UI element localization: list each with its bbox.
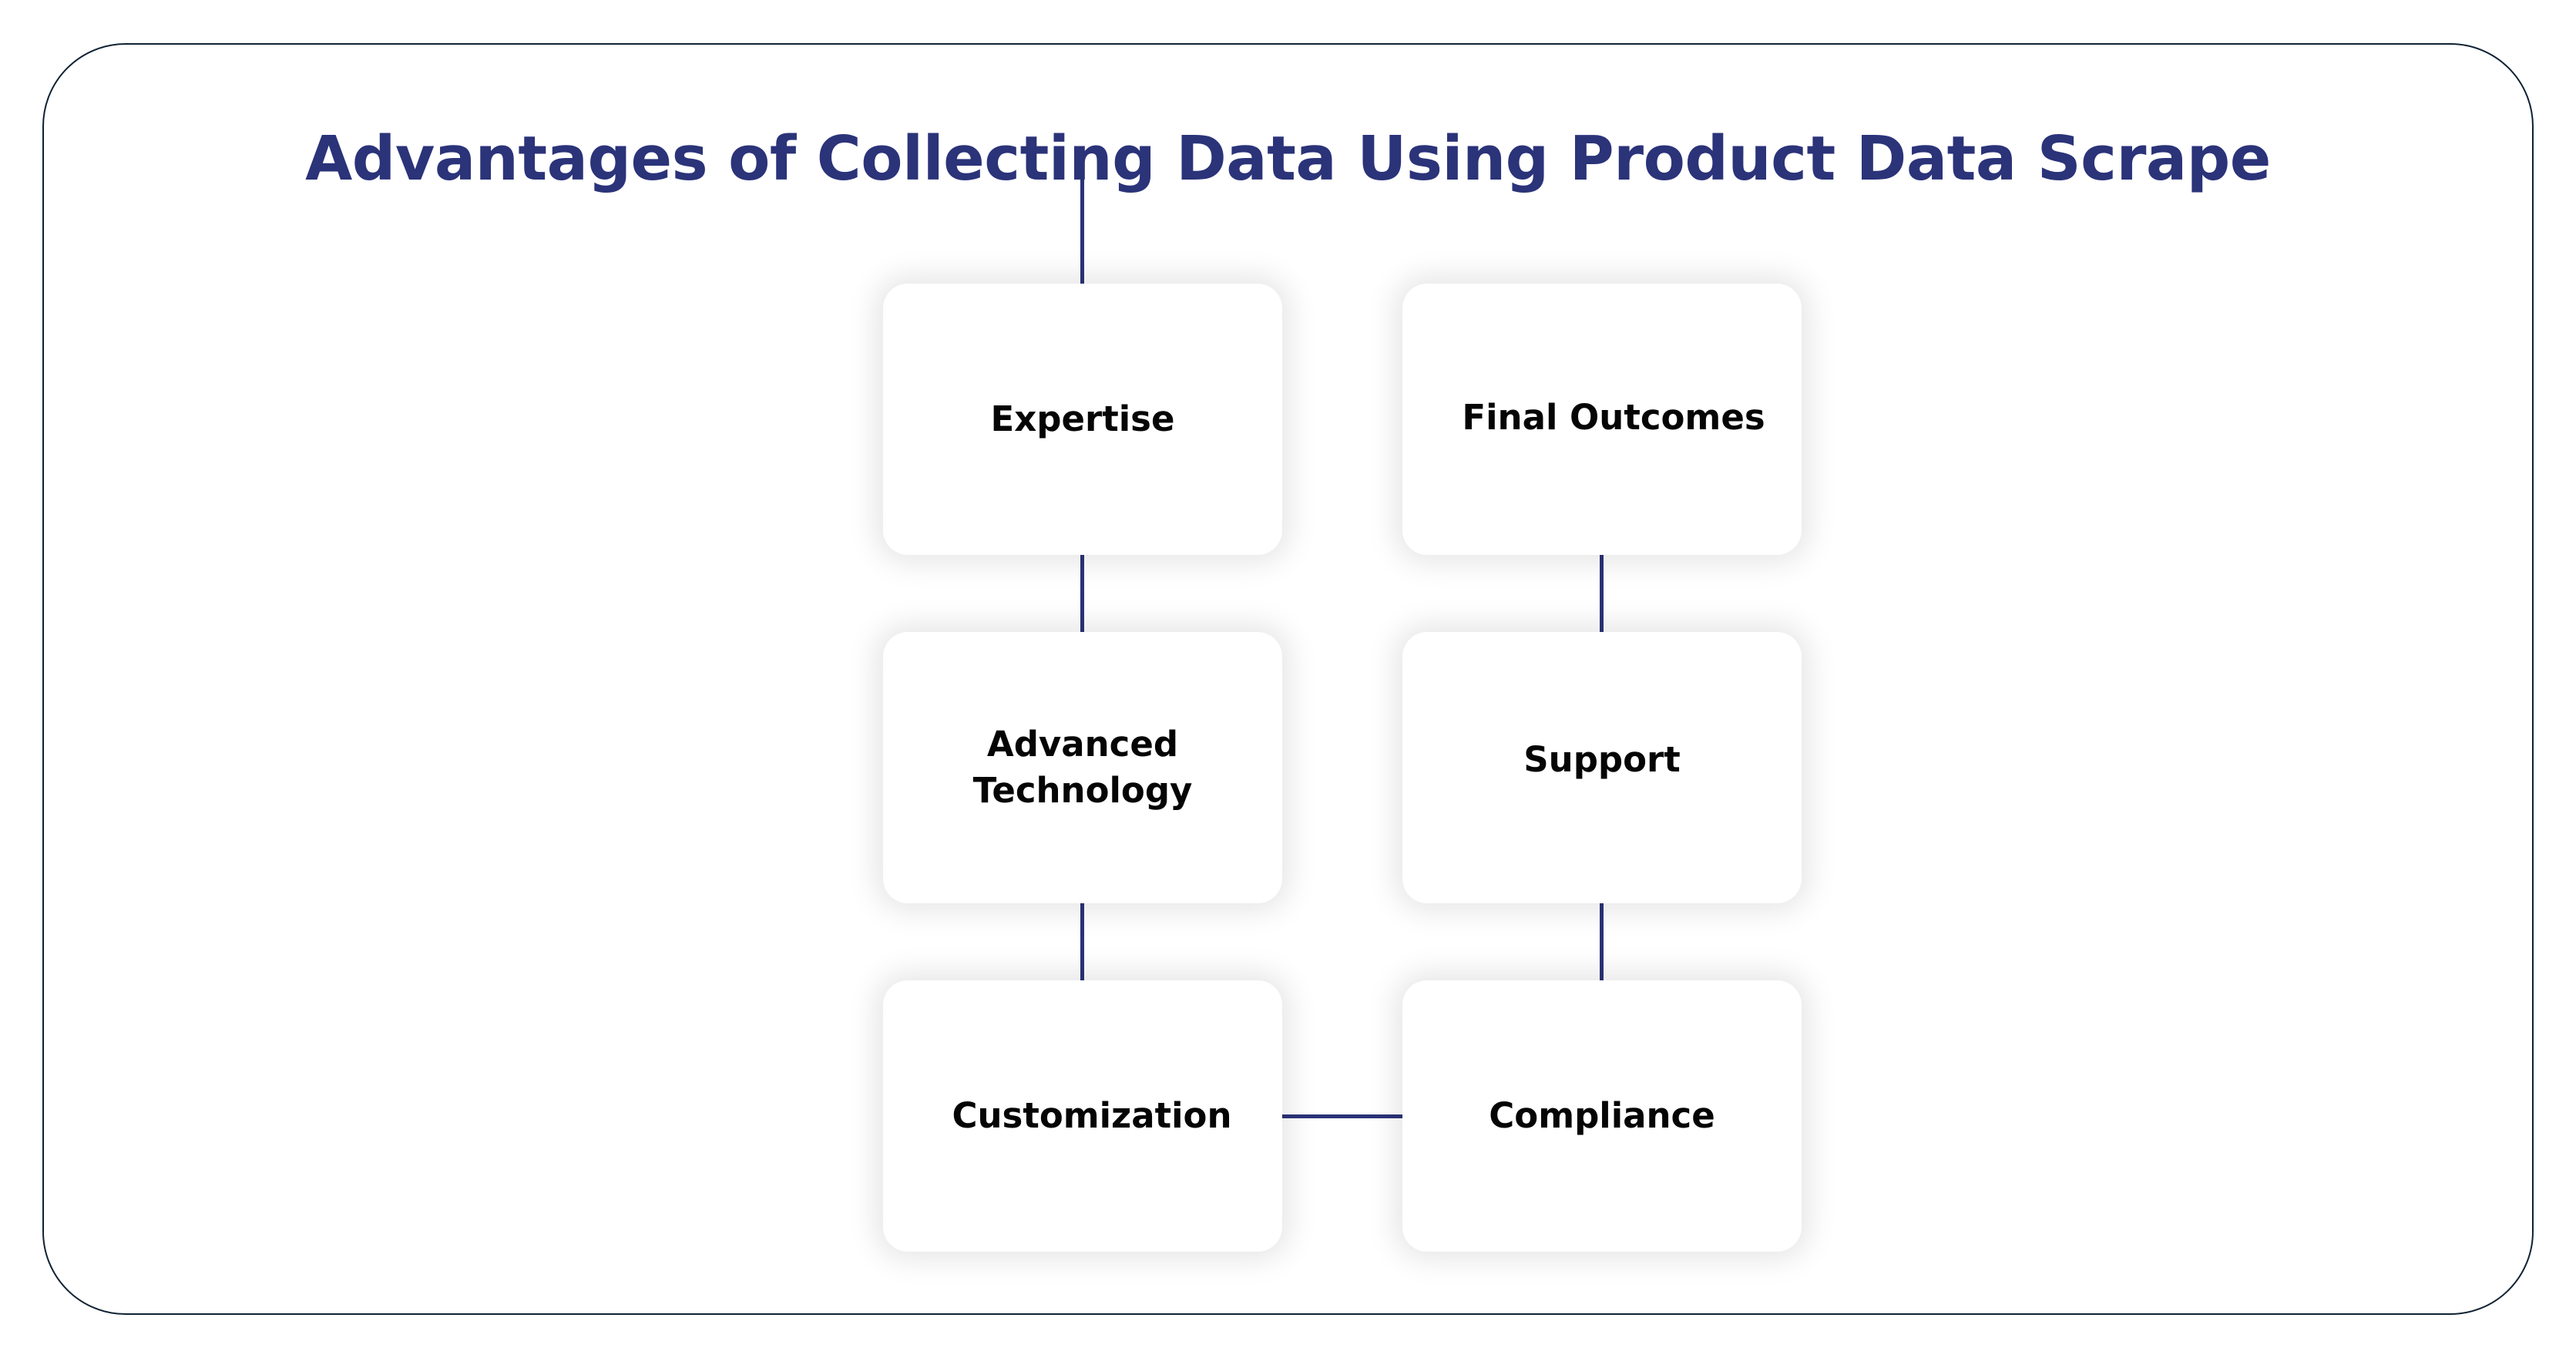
node-final-outcomes: Final Outcomes [1402,284,1802,555]
node-label: Customization [952,1095,1232,1136]
node-support: Support [1402,632,1802,903]
connector-advanced-technology-to-customization [1080,903,1084,980]
node-label: Final Outcomes [1462,397,1765,438]
connector-title-to-expertise [1080,171,1084,284]
connector-support-to-final-outcomes [1600,555,1604,632]
diagram-frame [42,43,2534,1315]
node-advanced-technology: Advanced Technology [883,632,1282,903]
node-compliance: Compliance [1402,980,1802,1252]
diagram-title: Advantages of Collecting Data Using Prod… [305,123,2271,194]
node-label: Compliance [1489,1095,1715,1136]
node-expertise: Expertise [883,284,1282,555]
node-customization: Customization [883,980,1282,1252]
connector-compliance-to-support [1600,903,1604,980]
node-label: Expertise [990,398,1175,439]
connector-expertise-to-advanced-technology [1080,555,1084,632]
connector-customization-to-compliance [1282,1114,1402,1118]
node-label: Support [1523,739,1681,780]
node-label: Advanced Technology [972,724,1193,811]
